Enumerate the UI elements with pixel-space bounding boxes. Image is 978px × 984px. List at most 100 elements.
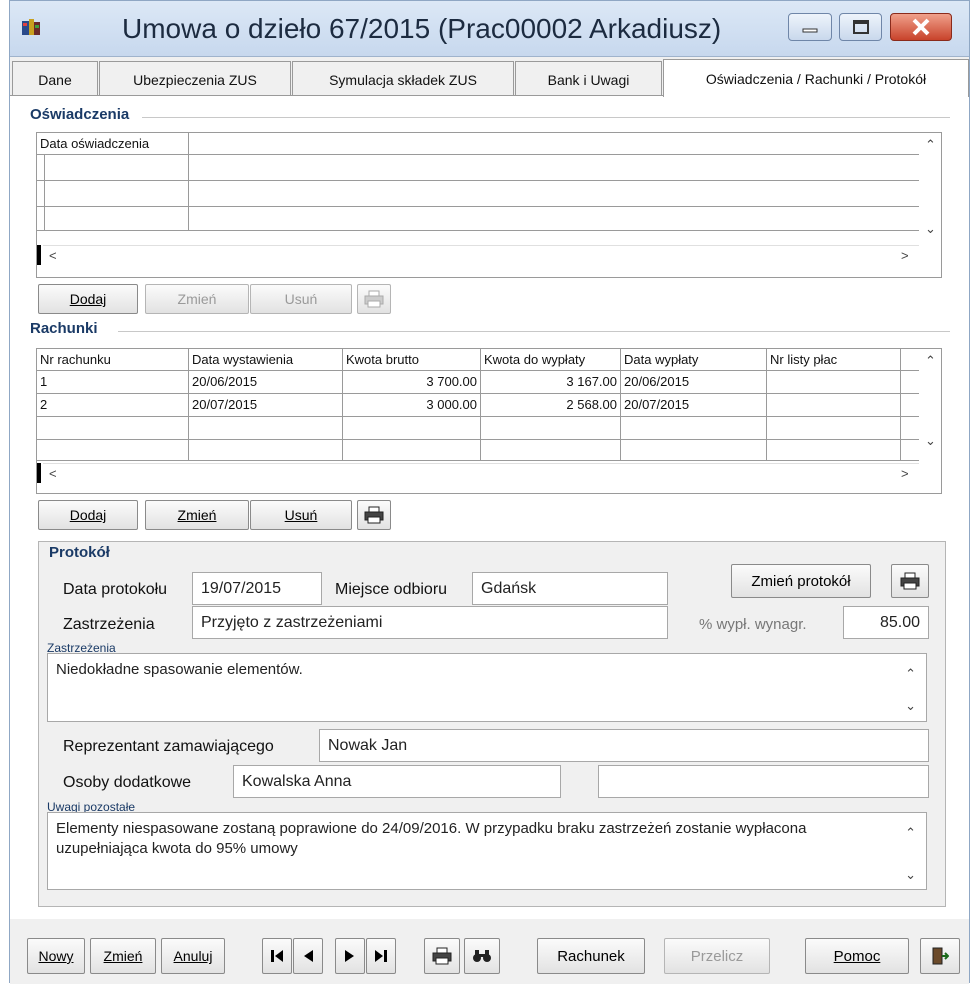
tab-dane[interactable]: Dane [12, 61, 98, 97]
rachunki-print-button[interactable] [357, 500, 391, 530]
maximize-button[interactable] [839, 13, 882, 41]
minimize-icon [789, 14, 831, 40]
table-row[interactable]: 2 20/07/2015 3 000.00 2 568.00 20/07/201… [37, 394, 921, 417]
minimize-button[interactable] [788, 13, 832, 41]
edit-button[interactable]: Zmień [90, 938, 156, 974]
recalculate-button[interactable]: Przelicz [664, 938, 770, 974]
scroll-up-icon[interactable]: ⌃ [905, 823, 916, 843]
table-row[interactable]: 1 20/06/2015 3 700.00 3 167.00 20/06/201… [37, 371, 921, 394]
protocol-print-button[interactable] [891, 564, 929, 598]
close-button[interactable] [890, 13, 952, 41]
first-record-button[interactable] [262, 938, 292, 974]
rachunki-delete-button[interactable]: Usuń [250, 500, 352, 530]
horizontal-scrollbar[interactable]: < > [43, 463, 919, 485]
tab-label: Bank i Uwagi [547, 71, 630, 88]
grid-header: Data oświadczenia [37, 133, 921, 155]
oswiadczenia-print-button[interactable] [357, 284, 391, 314]
help-button[interactable]: Pomoc [805, 938, 909, 974]
button-label: Nowy [38, 948, 74, 964]
scroll-down-icon[interactable]: ⌄ [905, 865, 916, 885]
printer-icon [364, 290, 384, 308]
rachunki-grid[interactable]: Nr rachunku Data wystawienia Kwota brutt… [36, 348, 942, 494]
rachunki-edit-button[interactable]: Zmień [145, 500, 249, 530]
column-header[interactable]: Data oświadczenia [37, 133, 189, 154]
pct-label: % wypł. wynagr. [699, 616, 807, 633]
tab-panel: Oświadczenia Data oświadczenia ⌃ ⌄ < > D… [10, 95, 969, 919]
exit-button[interactable] [920, 938, 960, 974]
section-divider [118, 331, 950, 332]
tab-label: Ubezpieczenia ZUS [133, 71, 257, 88]
reservations-field[interactable]: Przyjęto z zastrzeżeniami [192, 606, 668, 639]
last-record-button[interactable] [366, 938, 396, 974]
button-label: Rachunek [557, 947, 625, 965]
binoculars-icon [472, 948, 492, 964]
button-label: Usuń [284, 291, 318, 307]
prev-record-button[interactable] [293, 938, 323, 974]
printer-icon [900, 572, 920, 590]
notes-memo[interactable]: Elementy niespasowane zostaną poprawione… [47, 812, 927, 890]
invoice-button[interactable]: Rachunek [537, 938, 645, 974]
button-label: Usuń [284, 507, 318, 523]
oswiadczenia-edit-button[interactable]: Zmień [145, 284, 249, 314]
memo-text: Elementy niespasowane zostaną poprawione… [56, 820, 807, 857]
extra-person-2-field[interactable] [598, 765, 929, 798]
pct-payout-field[interactable]: 85.00 [843, 606, 929, 639]
column-header[interactable]: Kwota brutto [343, 349, 481, 370]
oswiadczenia-grid[interactable]: Data oświadczenia ⌃ ⌄ < > [36, 132, 942, 278]
scroll-right-icon[interactable]: > [901, 248, 909, 263]
column-header[interactable]: Kwota do wypłaty [481, 349, 621, 370]
column-header[interactable]: Nr rachunku [37, 349, 189, 370]
tab-label: Oświadczenia / Rachunki / Protokół [705, 70, 927, 87]
rachunki-add-button[interactable]: Dodaj [38, 500, 138, 530]
scroll-up-icon[interactable]: ⌃ [925, 353, 936, 369]
button-label: Zmień [177, 291, 217, 307]
protocol-date-field[interactable]: 19/07/2015 [192, 572, 322, 605]
contract-window: Umowa o dzieło 67/2015 (Prac00002 Arkadi… [9, 0, 970, 984]
next-record-button[interactable] [335, 938, 365, 974]
extra-person-1-field[interactable]: Kowalska Anna [233, 765, 561, 798]
column-header[interactable]: Nr listy płac [767, 349, 901, 370]
scroll-right-icon[interactable]: > [901, 466, 909, 481]
tab-ubezpieczenia-zus[interactable]: Ubezpieczenia ZUS [99, 61, 291, 97]
column-header[interactable]: Data wypłaty [621, 349, 767, 370]
print-button[interactable] [424, 938, 460, 974]
button-label: Pomoc [833, 947, 881, 965]
printer-icon [364, 506, 384, 524]
horizontal-scrollbar[interactable]: < > [43, 245, 919, 267]
row-indicator [37, 463, 41, 483]
vertical-scrollbar[interactable]: ⌃ ⌄ [919, 349, 941, 461]
scroll-down-icon[interactable]: ⌄ [905, 696, 916, 716]
tab-bank-i-uwagi[interactable]: Bank i Uwagi [515, 61, 662, 97]
grid-empty-row [37, 440, 921, 461]
change-protocol-button[interactable]: Zmień protokół [731, 564, 871, 598]
oswiadczenia-add-button[interactable]: Dodaj [38, 284, 138, 314]
cancel-button[interactable]: Anuluj [161, 938, 225, 974]
button-label: Dodaj [69, 291, 107, 307]
scroll-down-icon[interactable]: ⌄ [925, 221, 936, 237]
section-divider [142, 117, 950, 118]
column-header[interactable]: Data wystawienia [189, 349, 343, 370]
scroll-left-icon[interactable]: < [49, 248, 57, 263]
client-rep-label: Reprezentant zamawiającego [63, 738, 274, 755]
last-icon [374, 949, 388, 963]
vertical-scrollbar[interactable]: ⌃ ⌄ [919, 133, 941, 257]
client-rep-field[interactable]: Nowak Jan [319, 729, 929, 762]
place-label: Miejsce odbioru [335, 581, 448, 598]
place-field[interactable]: Gdańsk [472, 572, 668, 605]
title-bar: Umowa o dzieło 67/2015 (Prac00002 Arkadi… [10, 1, 969, 57]
oswiadczenia-delete-button[interactable]: Usuń [250, 284, 352, 314]
date-label: Data protokołu [63, 581, 168, 598]
scroll-up-icon[interactable]: ⌃ [905, 664, 916, 684]
search-button[interactable] [464, 938, 500, 974]
reservations-memo[interactable]: Niedokładne spasowanie elementów. ⌃ ⌄ [47, 653, 927, 722]
oswiadczenia-section-title: Oświadczenia [30, 106, 130, 123]
scroll-left-icon[interactable]: < [49, 466, 57, 481]
new-button-main[interactable]: Nowy [27, 938, 85, 974]
tab-symulacja-skladek[interactable]: Symulacja składek ZUS [292, 61, 514, 97]
tab-oswiadczenia-rachunki-protokol[interactable]: Oświadczenia / Rachunki / Protokół [663, 59, 969, 97]
grid-empty-row [37, 155, 921, 181]
scroll-up-icon[interactable]: ⌃ [925, 137, 936, 153]
close-icon [891, 14, 951, 40]
button-label: Dodaj [69, 507, 107, 523]
scroll-down-icon[interactable]: ⌄ [925, 433, 936, 449]
